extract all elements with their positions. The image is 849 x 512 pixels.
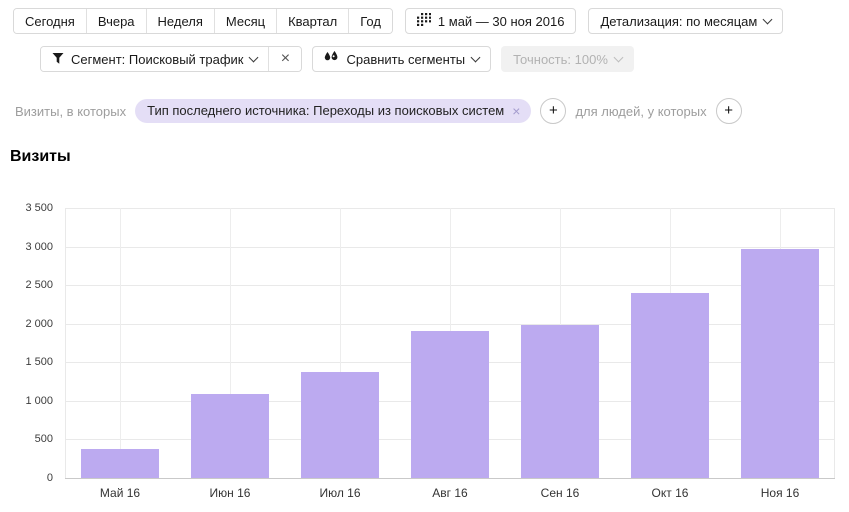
chart-title: Визиты xyxy=(10,148,71,165)
chart-bar[interactable] xyxy=(81,449,159,478)
plot-border xyxy=(834,208,835,478)
chevron-down-icon xyxy=(249,52,259,62)
tab-year[interactable]: Год xyxy=(349,9,392,33)
tag-close-icon[interactable]: × xyxy=(512,104,520,118)
people-filter-prefix: для людей, у которых xyxy=(575,103,707,119)
detalization-label: Детализация: по месяцам xyxy=(600,13,758,29)
visits-filter-prefix: Визиты, в которых xyxy=(15,103,127,119)
chart-bar[interactable] xyxy=(631,292,709,478)
calendar-icon xyxy=(416,13,432,29)
segment-condition-tag[interactable]: Тип последнего источника: Переходы из по… xyxy=(135,99,532,123)
y-axis-tick-label: 1 000 xyxy=(25,394,53,407)
period-tab-group: Сегодня Вчера Неделя Месяц Квартал Год xyxy=(13,8,393,34)
x-axis-label: Ноя 16 xyxy=(760,486,800,500)
chevron-down-icon xyxy=(613,52,624,62)
date-range-label: 1 май — 30 ноя 2016 xyxy=(437,13,565,29)
x-axis-label: Сен 16 xyxy=(540,486,580,500)
gridline xyxy=(119,208,121,478)
chart-bar[interactable] xyxy=(301,371,379,478)
y-axis-tick-label: 2 000 xyxy=(25,317,53,330)
top-toolbar: Сегодня Вчера Неделя Месяц Квартал Год 1 май … xyxy=(13,8,849,34)
filter-bar: Визиты, в которых Тип последнего источни… xyxy=(15,98,849,124)
y-axis-tick-label: 500 xyxy=(34,433,53,446)
tab-today[interactable]: Сегодня xyxy=(14,9,87,33)
segment-condition-label: Тип последнего источника: Переходы из по… xyxy=(147,103,505,118)
add-visit-condition-button[interactable]: + xyxy=(540,98,567,124)
x-axis-label: Окт 16 xyxy=(651,486,689,500)
y-axis-tick-label: 0 xyxy=(46,472,53,484)
tab-yesterday[interactable]: Вчера xyxy=(86,9,147,33)
accuracy-label: Точность: 100% xyxy=(513,51,608,67)
y-axis-tick-label: 2 500 xyxy=(25,279,53,292)
x-axis-label: Авг 16 xyxy=(432,486,468,500)
segment-clear-button[interactable]: × xyxy=(269,47,302,71)
accuracy-dropdown[interactable]: Точность: 100% xyxy=(501,46,634,72)
tab-quarter[interactable]: Квартал xyxy=(277,9,350,33)
x-axis-label: Июл 16 xyxy=(319,486,361,500)
chart-bar[interactable] xyxy=(411,331,489,478)
plot-border xyxy=(65,208,66,478)
compare-segments-dropdown[interactable]: Сравнить сегменты xyxy=(312,46,492,72)
segment-control: Сегмент: Поисковый трафик × xyxy=(40,46,303,72)
x-axis-label: Июн 16 xyxy=(209,486,251,500)
detalization-dropdown[interactable]: Детализация: по месяцам xyxy=(588,8,784,34)
filter-funnel-icon xyxy=(52,52,64,67)
chart-bar[interactable] xyxy=(191,393,269,478)
add-people-condition-button[interactable]: + xyxy=(715,98,742,124)
y-axis-tick-label: 1 500 xyxy=(25,356,53,369)
chevron-down-icon xyxy=(470,52,481,62)
visits-bar-chart: 3 500 3 000 2 500 2 000 1 500 1 000 500 0 Май 16… xyxy=(25,202,835,500)
chart-bar[interactable] xyxy=(741,248,819,478)
x-axis-line xyxy=(65,478,835,479)
y-axis-tick-label: 3 500 xyxy=(25,202,53,214)
segment-dropdown[interactable]: Сегмент: Поисковый трафик xyxy=(41,47,269,71)
segment-toolbar: Сегмент: Поисковый трафик × Сравнить сег… xyxy=(40,46,849,72)
chart-bar[interactable] xyxy=(521,325,599,478)
tab-month[interactable]: Месяц xyxy=(214,9,278,33)
compare-segments-label: Сравнить сегменты xyxy=(346,51,466,67)
y-axis-tick-label: 3 000 xyxy=(25,240,53,253)
date-range-button[interactable]: 1 май — 30 ноя 2016 xyxy=(404,8,577,34)
compare-drops-icon xyxy=(324,51,339,67)
segment-label: Сегмент: Поисковый трафик xyxy=(71,51,244,67)
tab-week[interactable]: Неделя xyxy=(146,9,215,33)
chevron-down-icon xyxy=(762,14,773,24)
x-axis-label: Май 16 xyxy=(99,486,141,500)
